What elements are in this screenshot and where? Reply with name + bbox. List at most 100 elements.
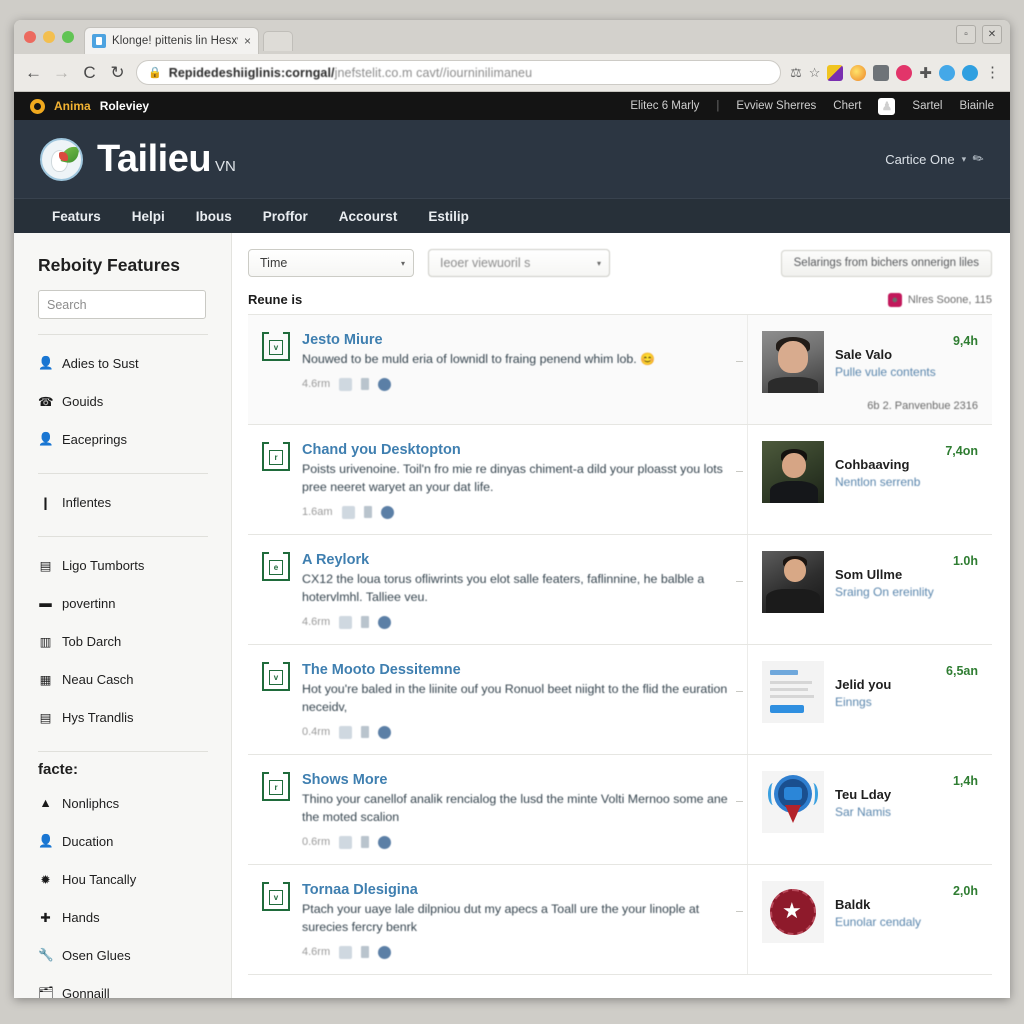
copy-icon[interactable] xyxy=(339,377,353,391)
aside-sublink[interactable]: Einngs xyxy=(835,695,935,709)
collapse-handle[interactable] xyxy=(736,581,743,582)
delete-icon[interactable] xyxy=(363,506,372,519)
user-avatar-icon[interactable]: ♟ xyxy=(878,97,896,115)
edit-pencil-icon[interactable]: ✎ xyxy=(969,149,987,168)
utility-link-4[interactable]: Sartel xyxy=(912,100,942,112)
settings-button[interactable]: Selarings from bichers onnerign liles xyxy=(780,249,992,277)
browser-menu-kebab-icon[interactable]: ⋮ xyxy=(985,65,1000,80)
sidebar-item-hys-trandlis[interactable]: ▤ Hys Trandlis xyxy=(38,698,231,736)
collapse-handle[interactable] xyxy=(736,801,743,802)
filter-note[interactable]: ● Nlres Soone, 115 xyxy=(887,292,992,307)
sidebar-item-gonnaill[interactable]: 🗂 Gonnaill xyxy=(38,974,231,999)
utility-brand[interactable]: Anima Roleviey xyxy=(30,98,149,114)
sidebar-item-nonliphcs[interactable]: ▲ Nonliphcs xyxy=(38,784,231,822)
extension-pink-icon[interactable] xyxy=(896,64,913,81)
collapse-handle[interactable] xyxy=(736,691,743,692)
close-window-button[interactable] xyxy=(24,31,36,43)
star-icon[interactable]: ☆ xyxy=(809,65,821,81)
aside-sublink[interactable]: Sar Namis xyxy=(835,805,942,819)
list-item-main[interactable]: e A Reylork CX12 the loua torus ofliwrin… xyxy=(248,535,748,644)
delete-icon[interactable] xyxy=(361,616,370,629)
nav-item-features[interactable]: Featurs xyxy=(52,209,101,224)
list-item[interactable]: r Shows More Thino your canellof analik … xyxy=(248,755,992,865)
nav-item-account[interactable]: Accourst xyxy=(339,209,398,224)
time-select[interactable]: Time ▾ xyxy=(248,249,414,277)
list-item-title[interactable]: Chand you Desktopton xyxy=(302,442,733,458)
list-item-main[interactable]: v Tornaa Dlesigina Ptach your uaye lale … xyxy=(248,865,748,974)
minimize-window-button[interactable] xyxy=(43,31,55,43)
sidebar-item-adies-to-sust[interactable]: 👤 Adies to Sust xyxy=(38,344,231,382)
collapse-handle[interactable] xyxy=(736,361,743,362)
tab-close-icon[interactable]: × xyxy=(244,34,251,48)
extension-cyan-icon[interactable] xyxy=(962,64,978,81)
sidebar-item-osen-glues[interactable]: 🔧 Osen Glues xyxy=(38,936,231,974)
list-item-main[interactable]: r Chand you Desktopton Poists urivenoine… xyxy=(248,425,748,534)
reload-icon[interactable]: C xyxy=(80,63,99,83)
sidebar-item-povertinn[interactable]: ▬ povertinn xyxy=(38,584,231,622)
maximize-window-button[interactable] xyxy=(62,31,74,43)
restore-window-button[interactable]: ▫ xyxy=(956,25,976,44)
add-icon[interactable]: ✚ xyxy=(919,64,932,82)
sidebar-search[interactable]: 🔍 xyxy=(38,290,206,319)
pin-icon[interactable]: ⚖ xyxy=(790,65,802,81)
extension-gray-icon[interactable] xyxy=(873,64,890,81)
list-item[interactable]: v The Mooto Dessitemne Hot you're baled … xyxy=(248,645,992,755)
sidebar-item-tob-darch[interactable]: ▥ Tob Darch xyxy=(38,622,231,660)
copy-icon[interactable] xyxy=(339,945,353,959)
copy-icon[interactable] xyxy=(339,725,353,739)
address-bar[interactable]: 🔒 Repidedeshiiglinis:corngal/jnefstelit.… xyxy=(136,60,782,85)
aside-sublink[interactable]: Sraing On ereinlity xyxy=(835,585,942,599)
back-icon[interactable]: ← xyxy=(24,63,43,83)
utility-link-3[interactable]: Chert xyxy=(833,100,861,112)
sidebar-item-gouids[interactable]: ☎ Gouids xyxy=(38,382,231,420)
list-item-title[interactable]: Shows More xyxy=(302,772,733,788)
nav-item-help[interactable]: Helpi xyxy=(132,209,165,224)
info-icon[interactable] xyxy=(380,505,394,519)
delete-icon[interactable] xyxy=(361,726,370,739)
extension-blue-icon[interactable] xyxy=(939,64,955,81)
aside-sublink[interactable]: Eunolar cendaly xyxy=(835,915,942,929)
sidebar-item-hou-tancally[interactable]: ✹ Hou Tancally xyxy=(38,860,231,898)
sidebar-item-ligo-tumborts[interactable]: ▤ Ligo Tumborts xyxy=(38,546,231,584)
copy-icon[interactable] xyxy=(341,505,355,519)
info-icon[interactable] xyxy=(378,615,392,629)
info-icon[interactable] xyxy=(378,835,392,849)
sidebar-item-inflentes[interactable]: ❙ Inflentes xyxy=(38,483,231,521)
info-icon[interactable] xyxy=(378,377,392,391)
copy-icon[interactable] xyxy=(339,615,353,629)
home-icon[interactable]: ↻ xyxy=(108,63,127,83)
sidebar-item-ducation[interactable]: 👤 Ducation xyxy=(38,822,231,860)
nav-item-proffor[interactable]: Proffor xyxy=(263,209,308,224)
list-item[interactable]: r Chand you Desktopton Poists urivenoine… xyxy=(248,425,992,535)
aside-sublink[interactable]: Nentlon serrenb xyxy=(835,475,934,489)
forward-icon[interactable]: → xyxy=(52,63,71,83)
extension-badge-icon[interactable] xyxy=(850,64,867,81)
utility-link-5[interactable]: Biainle xyxy=(959,100,994,112)
delete-icon[interactable] xyxy=(361,836,370,849)
utility-link-0[interactable]: Elitec 6 Marly xyxy=(630,100,699,112)
list-item-main[interactable]: v Jesto Miure Nouwed to be muld eria of … xyxy=(248,315,748,424)
delete-icon[interactable] xyxy=(361,378,370,391)
nav-item-ibous[interactable]: Ibous xyxy=(196,209,232,224)
list-item-title[interactable]: Jesto Miure xyxy=(302,332,733,348)
collapse-handle[interactable] xyxy=(736,911,743,912)
site-logo-text[interactable]: Tailieu VN xyxy=(97,138,236,181)
collapse-handle[interactable] xyxy=(736,471,743,472)
list-item-main[interactable]: r Shows More Thino your canellof analik … xyxy=(248,755,748,864)
list-item-main[interactable]: v The Mooto Dessitemne Hot you're baled … xyxy=(248,645,748,754)
list-item[interactable]: v Jesto Miure Nouwed to be muld eria of … xyxy=(248,315,992,425)
browser-tab[interactable]: Klonge! pittenis lin Hesxwne × xyxy=(84,27,259,54)
copy-icon[interactable] xyxy=(339,835,353,849)
list-item[interactable]: v Tornaa Dlesigina Ptach your uaye lale … xyxy=(248,865,992,975)
close-window-button-alt[interactable]: ✕ xyxy=(982,25,1002,44)
search-input[interactable] xyxy=(39,291,205,318)
info-icon[interactable] xyxy=(378,725,392,739)
sidebar-item-hands[interactable]: ✚ Hands xyxy=(38,898,231,936)
utility-link-2[interactable]: Evview Sherres xyxy=(736,100,816,112)
list-item-title[interactable]: A Reylork xyxy=(302,552,733,568)
new-tab-button[interactable] xyxy=(263,31,293,51)
view-select[interactable]: Ieoer viewuoril s ▾ xyxy=(428,249,610,277)
list-item[interactable]: e A Reylork CX12 the loua torus ofliwrin… xyxy=(248,535,992,645)
delete-icon[interactable] xyxy=(361,946,370,959)
list-item-title[interactable]: The Mooto Dessitemne xyxy=(302,662,733,678)
